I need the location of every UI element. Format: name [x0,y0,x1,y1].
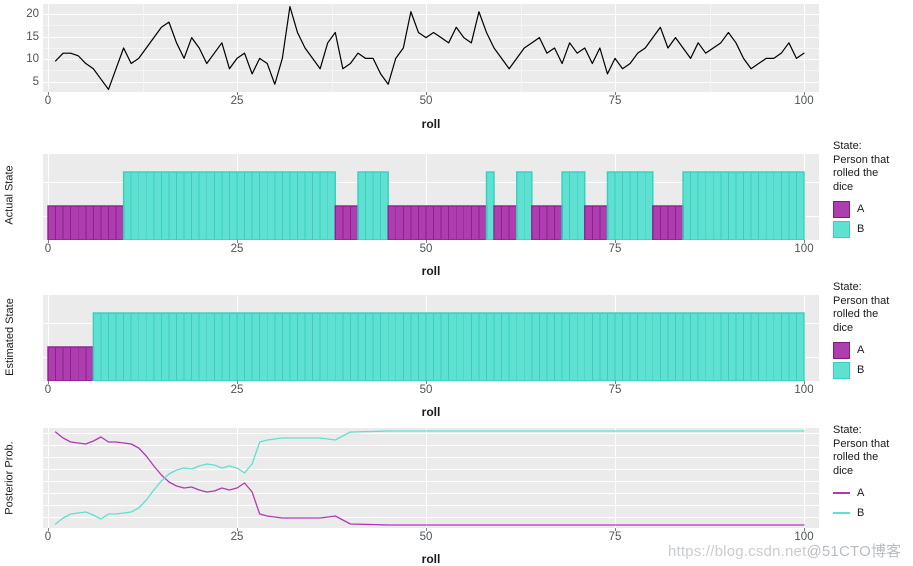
x-tick: 0 [44,531,52,543]
y-tick: 5 [32,75,39,88]
legend-title: State: Person that rolled the dice [833,281,890,334]
x-tick: 25 [230,384,244,396]
legend-label-a: A [857,203,865,215]
panel3-y-title-text: Estimated State [4,298,16,376]
legend-label-a: A [857,344,865,356]
legend-label-b: B [857,223,865,235]
panel1-line-series [54,5,805,91]
x-tick: 25 [230,531,244,543]
panel4-y-title-text: Posterior Prob. [4,441,16,515]
legend-item-a[interactable]: A [833,199,913,219]
x-tick: 50 [419,531,433,543]
panel-dice-roll: 20 15 10 5 0 25 50 75 100 roll [0,0,825,136]
legend-item-b[interactable]: B [833,503,913,523]
x-tick: 75 [608,243,622,255]
legend-item-a[interactable]: A [833,340,913,360]
panel1-y-ticks: 20 15 10 5 [0,0,43,136]
x-tick: 50 [419,384,433,396]
panel-estimated-state: Estimated State 0 25 50 75 100 roll Stat… [0,281,913,419]
legend-line-a [833,485,850,502]
legend-swatch-b [833,220,850,238]
panel2-y-title: Actual State [2,150,18,240]
legend-posterior-prob: State: Person that rolled the dice A B [833,424,913,523]
panel1-x-title: roll [421,117,441,131]
panel3-y-title: Estimated State [2,289,18,385]
legend-title: State: Person that rolled the dice [833,140,890,193]
panel1-x-ticks: 0 25 50 75 100 [43,92,819,117]
legend-item-b[interactable]: B [833,360,913,380]
legend-label-a: A [857,487,865,499]
x-tick: 0 [44,243,52,255]
legend-item-b[interactable]: B [833,219,913,239]
y-tick: 15 [26,30,39,43]
x-tick: 50 [419,243,433,255]
x-tick: 75 [608,384,622,396]
legend-line-b [833,505,850,522]
plot-page: 20 15 10 5 0 25 50 75 100 roll Actual St… [0,0,913,566]
legend-swatch-a [833,200,850,218]
legend-item-a[interactable]: A [833,483,913,503]
panel2-x-ticks: 0 25 50 75 100 [43,240,819,265]
legend-title: State: Person that rolled the dice [833,424,890,477]
x-tick: 50 [419,95,433,107]
watermark-tag: @51CTO博客 [806,543,902,560]
watermark: https://blog.csdn.net@51CTO博客 [668,540,901,561]
panel1-plot-area [43,4,819,92]
panel4-y-title: Posterior Prob. [2,426,18,530]
panel2-plot-area [43,154,819,240]
y-tick: 10 [26,53,39,65]
x-tick: 100 [794,243,814,255]
legend-actual-state: State: Person that rolled the dice A B [833,140,913,239]
panel4-posterior-lines [54,430,805,526]
x-tick: 75 [608,531,622,543]
legend-swatch-a [833,341,850,359]
panel3-x-title: roll [421,405,441,419]
panel3-state-bars [47,312,805,381]
x-tick: 25 [230,243,244,255]
panel4-plot-area [43,428,819,528]
legend-swatch-b [833,361,850,379]
y-tick: 20 [26,8,39,20]
legend-estimated-state: State: Person that rolled the dice A B [833,281,913,380]
panel3-x-ticks: 0 25 50 75 100 [43,381,819,406]
x-tick: 0 [44,384,52,396]
x-tick: 100 [794,384,814,396]
x-tick: 25 [230,95,244,107]
panel3-plot-area [43,295,819,381]
watermark-url: https://blog.csdn.net [668,543,807,560]
legend-label-b: B [857,364,865,376]
x-tick: 0 [44,95,52,107]
panel-actual-state: Actual State 0 25 50 75 100 roll State: … [0,140,913,278]
x-tick: 100 [794,95,814,107]
panel2-y-title-text: Actual State [4,165,17,225]
x-tick: 75 [608,95,622,107]
panel2-x-title: roll [421,264,441,278]
panel2-state-bars [47,171,805,240]
legend-label-b: B [857,507,865,519]
